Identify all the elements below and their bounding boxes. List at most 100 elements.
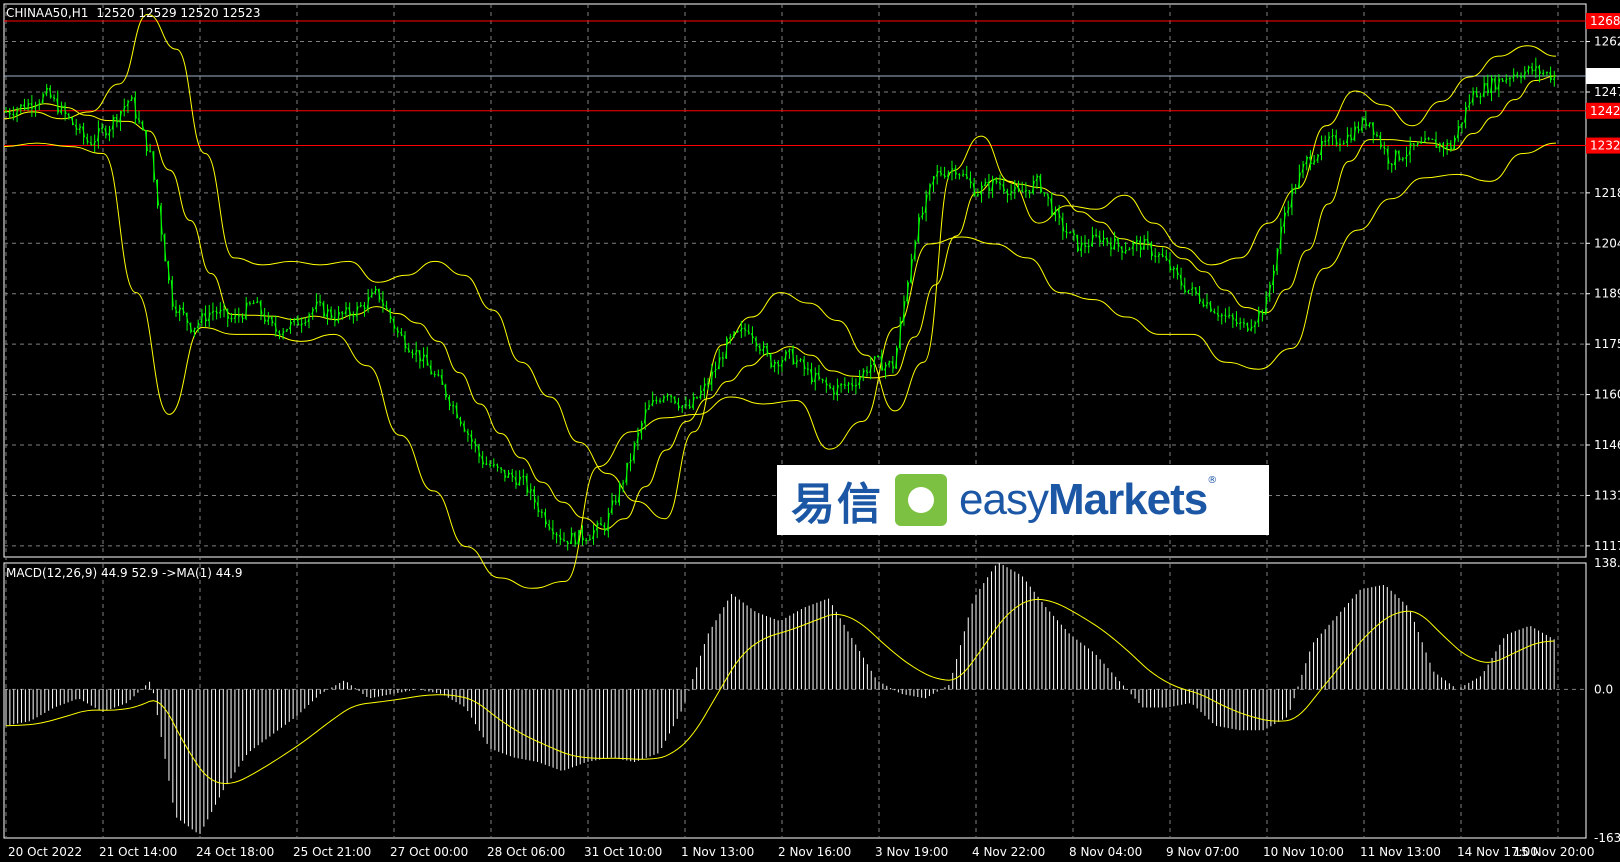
candle-body <box>340 311 344 315</box>
candle-body <box>839 383 843 386</box>
current-price-label: 12523 <box>1590 69 1620 83</box>
macd-signal-line <box>5 598 1555 784</box>
price-levels: 12681 12423 12323 12523 <box>4 13 1620 154</box>
macd-label: MACD(12,26,9) 44.9 52.9 ->MA(1) 44.9 <box>6 566 243 580</box>
x-tick-label: 1 Nov 13:00 <box>681 845 754 859</box>
macd-histogram <box>5 562 1555 834</box>
x-tick-label: 10 Nov 10:00 <box>1263 845 1344 859</box>
candle-body <box>433 373 436 376</box>
candle-body <box>1212 310 1216 314</box>
x-tick-label: 21 Oct 14:00 <box>99 845 177 859</box>
y-tick-label: 11897 <box>1594 287 1620 301</box>
y-tick-label: 11607 <box>1594 388 1620 402</box>
x-tick-label: 27 Oct 00:00 <box>390 845 468 859</box>
candle-body <box>669 395 673 398</box>
candle-body <box>237 314 241 317</box>
candle-body <box>1220 314 1224 317</box>
x-tick-label: 31 Oct 10:00 <box>584 845 662 859</box>
candle-body <box>621 482 625 485</box>
candle-body <box>1542 72 1545 75</box>
y-tick-label: 11317 <box>1594 488 1620 502</box>
candle-body <box>1390 163 1394 166</box>
logo-chinese: 易信 <box>791 479 883 530</box>
y-tick-label: 11462 <box>1594 438 1620 452</box>
x-tick-label: 20 Oct 2022 <box>8 845 82 859</box>
candle-body <box>300 323 303 326</box>
candle-body <box>799 359 802 361</box>
candle-body <box>522 475 525 478</box>
candle-body <box>359 304 363 308</box>
candle-body <box>821 378 824 381</box>
candle-body <box>1024 189 1028 193</box>
candle-body <box>555 533 558 536</box>
y-tick-label: 12042 <box>1594 236 1620 250</box>
candle-body <box>488 463 492 467</box>
candle-body <box>252 302 255 305</box>
candle-body <box>222 308 226 311</box>
candle-body <box>666 395 669 397</box>
candle-body <box>492 464 496 467</box>
candle-body <box>1227 314 1231 317</box>
candle-body <box>1238 322 1242 325</box>
candle-body <box>1420 141 1423 144</box>
level-label: 12423 <box>1590 104 1620 118</box>
candle-body <box>318 301 322 304</box>
level-label: 12323 <box>1590 139 1620 153</box>
band-upper <box>3 13 1557 520</box>
level-label: 12681 <box>1590 14 1620 28</box>
candle-body <box>1519 76 1523 79</box>
y-tick-label: 12622 <box>1594 35 1620 49</box>
candle-body <box>958 173 961 176</box>
chart-canvas: 12681 12423 12323 12523 12622 12477 12187 1204… <box>3 3 1620 859</box>
candle-body <box>1545 71 1549 74</box>
candle-body <box>352 314 355 317</box>
candle-body <box>303 321 307 324</box>
candle-body <box>437 374 440 376</box>
band-middle <box>3 75 1557 530</box>
candle-body <box>1068 231 1072 234</box>
candle-body <box>1331 134 1334 138</box>
macd-tick-label: 0.0 <box>1594 682 1613 696</box>
logo-brand: easyMarkets <box>959 475 1208 524</box>
candle-body <box>52 96 56 100</box>
candle-body <box>1224 314 1227 317</box>
candle-body <box>1382 146 1386 150</box>
logo-mark-icon <box>895 474 947 526</box>
candle-body <box>1342 142 1345 145</box>
candle-body <box>588 538 592 541</box>
x-tick-label: 28 Oct 06:00 <box>487 845 565 859</box>
candle-body <box>248 302 252 305</box>
candle-body <box>695 396 699 399</box>
candle-body <box>1375 134 1379 137</box>
time-axis: 20 Oct 2022 21 Oct 14:00 24 Oct 18:00 25 Oc… <box>8 845 1594 859</box>
candle-body <box>976 193 980 197</box>
candle-body <box>721 356 725 359</box>
candle-body <box>1242 321 1246 324</box>
price-axis: 12622 12477 12187 12042 11897 11752 11607 11462… <box>1586 35 1620 845</box>
x-tick-label: 25 Oct 21:00 <box>293 845 371 859</box>
x-tick-label: 9 Nov 07:00 <box>1166 845 1239 859</box>
x-tick-label: 3 Nov 19:00 <box>875 845 948 859</box>
y-tick-label: 11752 <box>1594 337 1620 351</box>
candle-body <box>854 384 858 387</box>
candle-body <box>1427 137 1430 140</box>
x-tick-label: 2 Nov 16:00 <box>778 845 851 859</box>
candle-body <box>614 500 618 503</box>
x-tick-label: 8 Nov 04:00 <box>1069 845 1142 859</box>
candle-body <box>12 113 15 116</box>
candle-body <box>843 383 847 387</box>
x-tick-label: 24 Oct 18:00 <box>196 845 274 859</box>
grid <box>3 3 1587 839</box>
candle-body <box>562 539 566 542</box>
x-tick-label: 11 Nov 13:00 <box>1360 845 1441 859</box>
candle-body <box>1094 234 1098 237</box>
macd-tick-label: -163.5 <box>1594 831 1620 845</box>
y-tick-label: 12477 <box>1594 85 1620 99</box>
candle-body <box>658 400 662 403</box>
easymarkets-logo: 易信 easyMarkets ® <box>777 465 1269 535</box>
logo-registered: ® <box>1207 475 1218 486</box>
candle-body <box>1065 230 1068 234</box>
macd-tick-label: 138.9 <box>1594 556 1620 570</box>
candle-body <box>655 399 658 402</box>
candle-body <box>1128 248 1131 251</box>
